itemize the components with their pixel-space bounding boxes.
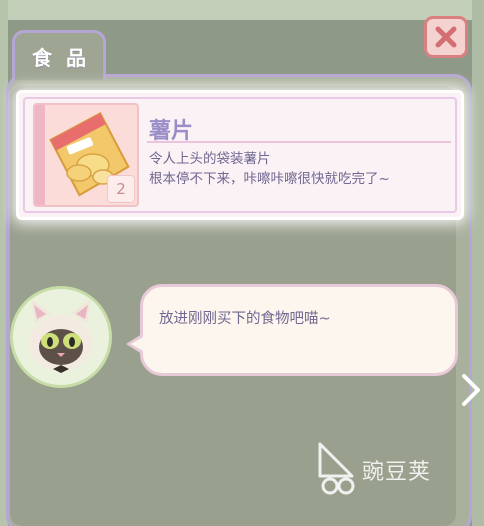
item-divider <box>147 141 451 143</box>
tab-food[interactable]: 食品 <box>12 30 106 80</box>
speech-bubble-tail-inner <box>131 337 143 351</box>
watermark: 豌豆荚 <box>312 440 462 500</box>
item-thumbnail: 2 <box>33 103 139 207</box>
close-icon <box>435 26 457 48</box>
next-arrow-icon[interactable] <box>456 370 484 410</box>
watermark-text: 豌豆荚 <box>362 460 432 485</box>
thumbnail-stripe <box>35 105 45 205</box>
item-description-line1: 令人上头的袋装薯片 <box>149 151 271 167</box>
item-description-line2: 根本停不下来，咔嚓咔嚓很快就吃完了~ <box>149 171 390 187</box>
item-count-badge: 2 <box>107 175 135 203</box>
speech-bubble: 放进刚刚买下的食物吧喵~ <box>140 284 458 376</box>
cat-avatar <box>10 286 112 388</box>
item-card-chips[interactable]: 2 薯片 令人上头的袋装薯片 根本停不下来，咔嚓咔嚓很快就吃完了~ <box>16 90 464 220</box>
close-button[interactable] <box>424 16 468 58</box>
cat-face-icon <box>29 299 93 373</box>
background-right <box>472 0 484 526</box>
item-description: 令人上头的袋装薯片 根本停不下来，咔嚓咔嚓很快就吃完了~ <box>149 149 454 189</box>
dialog-text: 放进刚刚买下的食物吧喵~ <box>159 311 331 327</box>
watermark-logo-icon <box>318 442 355 495</box>
tab-food-label: 食品 <box>32 46 100 70</box>
background-top <box>0 0 484 20</box>
